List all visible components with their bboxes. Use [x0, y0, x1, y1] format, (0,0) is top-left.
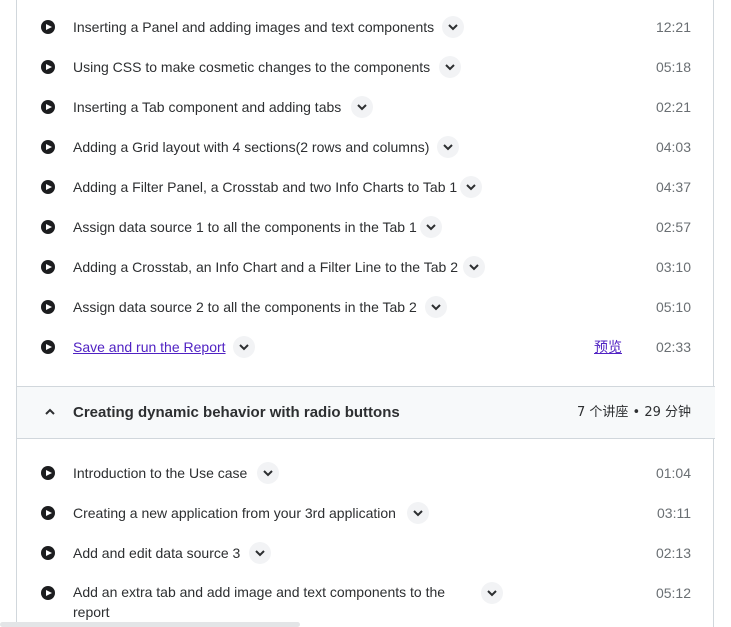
- lecture-title: Adding a Grid layout with 4 sections(2 r…: [73, 139, 430, 155]
- play-circle-icon[interactable]: [41, 340, 55, 354]
- play-circle-icon[interactable]: [41, 466, 55, 480]
- expand-description-button[interactable]: [257, 462, 279, 484]
- lecture-duration: 01:04: [655, 465, 691, 481]
- lecture-title: Adding a Crosstab, an Info Chart and a F…: [73, 259, 458, 275]
- play-circle-icon[interactable]: [41, 60, 55, 74]
- play-circle-icon[interactable]: [41, 260, 55, 274]
- horizontal-scrollbar[interactable]: [0, 622, 300, 627]
- lecture-title: Adding a Filter Panel, a Crosstab and tw…: [73, 179, 458, 195]
- expand-description-button[interactable]: [439, 56, 461, 78]
- lecture-duration: 05:12: [655, 585, 691, 601]
- chevron-down-icon: [357, 104, 367, 111]
- lecture-title: Inserting a Panel and adding images and …: [73, 19, 435, 35]
- lecture-title: Using CSS to make cosmetic changes to th…: [73, 59, 431, 75]
- lecture-row[interactable]: Introduction to the Use case 01:04: [17, 453, 715, 493]
- play-circle-icon[interactable]: [41, 140, 55, 154]
- expand-description-button[interactable]: [407, 502, 429, 524]
- expand-description-button[interactable]: [463, 256, 485, 278]
- lecture-row[interactable]: Adding a Filter Panel, a Crosstab and tw…: [17, 167, 715, 207]
- lecture-row[interactable]: Inserting a Panel and adding images and …: [17, 7, 715, 47]
- chevron-down-icon: [431, 304, 441, 311]
- section-title: Creating dynamic behavior with radio but…: [73, 404, 400, 421]
- play-circle-icon[interactable]: [41, 20, 55, 34]
- lecture-duration: 03:10: [655, 259, 691, 275]
- expand-description-button[interactable]: [420, 216, 442, 238]
- section-header[interactable]: Creating dynamic behavior with radio but…: [17, 386, 715, 439]
- chevron-up-icon: [45, 408, 55, 415]
- chevron-down-icon: [426, 224, 436, 231]
- chevron-down-icon: [487, 590, 497, 597]
- lecture-row[interactable]: Using CSS to make cosmetic changes to th…: [17, 47, 715, 87]
- curriculum-panel: Inserting a Panel and adding images and …: [16, 0, 715, 627]
- lecture-duration: 05:10: [655, 299, 691, 315]
- lecture-duration: 04:03: [655, 139, 691, 155]
- expand-description-button[interactable]: [442, 16, 464, 38]
- chevron-down-icon: [469, 264, 479, 271]
- lecture-duration: 12:21: [655, 19, 691, 35]
- chevron-down-icon: [255, 550, 265, 557]
- lecture-duration: 04:37: [655, 179, 691, 195]
- play-circle-icon[interactable]: [41, 180, 55, 194]
- lecture-duration: 03:11: [657, 505, 691, 521]
- lecture-duration: 02:57: [655, 219, 691, 235]
- lecture-row[interactable]: Assign data source 2 to all the componen…: [17, 287, 715, 327]
- play-circle-icon[interactable]: [41, 300, 55, 314]
- lecture-title: Creating a new application from your 3rd…: [73, 505, 396, 521]
- preview-link[interactable]: 预览: [594, 338, 622, 356]
- lecture-row[interactable]: Inserting a Tab component and adding tab…: [17, 87, 715, 127]
- lecture-row[interactable]: Creating a new application from your 3rd…: [17, 493, 715, 533]
- lecture-row[interactable]: Adding a Crosstab, an Info Chart and a F…: [17, 247, 715, 287]
- lecture-title-link[interactable]: Save and run the Report: [73, 338, 226, 356]
- lecture-duration: 02:33: [655, 339, 691, 355]
- play-circle-icon[interactable]: [41, 586, 55, 600]
- chevron-down-icon: [445, 64, 455, 71]
- chevron-down-icon: [466, 184, 476, 191]
- chevron-down-icon: [413, 510, 423, 517]
- lecture-title: Introduction to the Use case: [73, 465, 248, 481]
- chevron-down-icon: [263, 470, 273, 477]
- lecture-title: Add an extra tab and add image and text …: [73, 584, 446, 620]
- lecture-title: Assign data source 1 to all the componen…: [73, 219, 417, 235]
- play-circle-icon[interactable]: [41, 546, 55, 560]
- expand-description-button[interactable]: [460, 176, 482, 198]
- chevron-down-icon: [443, 144, 453, 151]
- lecture-row[interactable]: Add and edit data source 3 02:13: [17, 533, 715, 573]
- lecture-title: Inserting a Tab component and adding tab…: [73, 99, 342, 115]
- chevron-down-icon: [448, 24, 458, 31]
- expand-description-button[interactable]: [437, 136, 459, 158]
- lecture-row[interactable]: Add an extra tab and add image and text …: [17, 573, 715, 627]
- play-circle-icon[interactable]: [41, 220, 55, 234]
- lecture-duration: 02:13: [655, 545, 691, 561]
- expand-description-button[interactable]: [481, 582, 503, 604]
- lecture-title: Assign data source 2 to all the componen…: [73, 299, 417, 315]
- lecture-row[interactable]: Adding a Grid layout with 4 sections(2 r…: [17, 127, 715, 167]
- expand-description-button[interactable]: [351, 96, 373, 118]
- lecture-row[interactable]: Assign data source 1 to all the componen…: [17, 207, 715, 247]
- section-meta: 7 个讲座 • 29 分钟: [576, 405, 691, 420]
- lecture-row[interactable]: Save and run the Report 预览 02:33: [17, 327, 715, 367]
- lecture-duration: 02:21: [655, 99, 691, 115]
- lecture-duration: 05:18: [655, 59, 691, 75]
- expand-description-button[interactable]: [249, 542, 271, 564]
- lecture-title: Add and edit data source 3: [73, 545, 241, 561]
- play-circle-icon[interactable]: [41, 506, 55, 520]
- play-circle-icon[interactable]: [41, 100, 55, 114]
- chevron-down-icon: [239, 344, 249, 351]
- expand-description-button[interactable]: [425, 296, 447, 318]
- expand-description-button[interactable]: [233, 336, 255, 358]
